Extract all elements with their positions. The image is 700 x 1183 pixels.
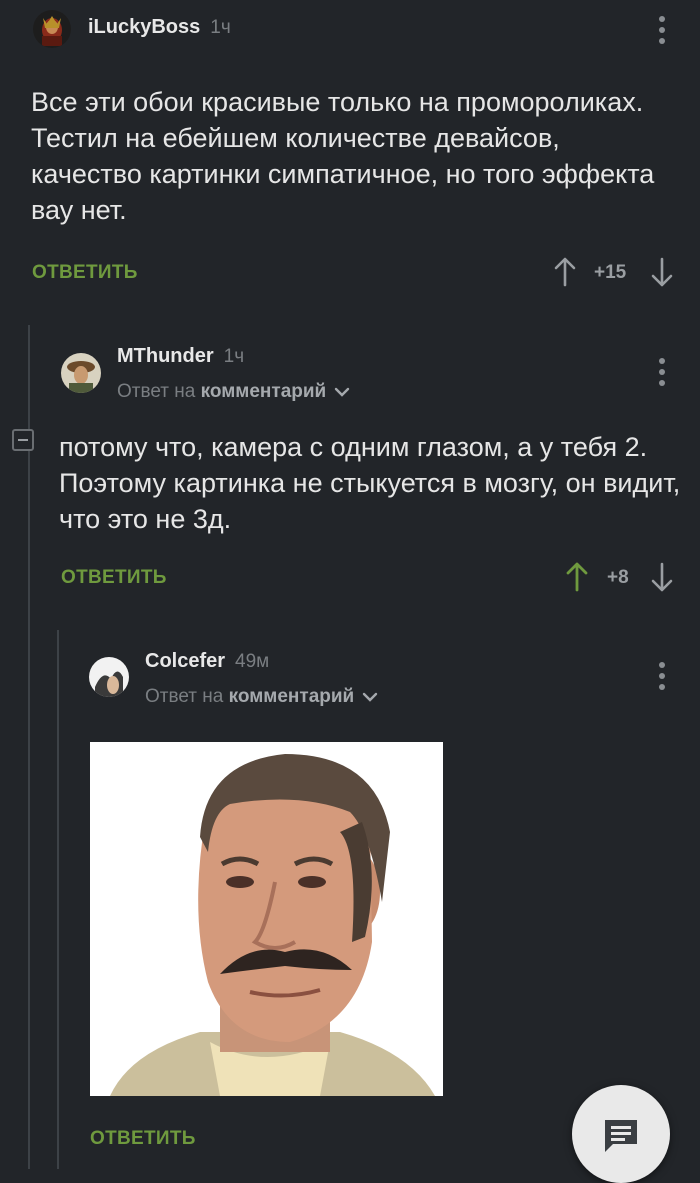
kebab-icon[interactable] — [659, 358, 665, 391]
reply-prefix: Ответ на — [145, 686, 224, 707]
avatar[interactable] — [89, 657, 129, 697]
reply-prefix: Ответ на — [117, 381, 196, 402]
collapse-icon[interactable] — [12, 429, 34, 451]
avatar[interactable] — [33, 10, 71, 48]
comment-text: потому что, камера с одним глазом, а у т… — [59, 432, 681, 534]
comment-header: Colcefer 49м — [145, 650, 269, 673]
avatar[interactable] — [61, 353, 101, 393]
reply-target[interactable]: комментарий — [201, 381, 327, 402]
chevron-down-icon[interactable] — [362, 691, 378, 703]
reply-to-link[interactable]: Ответ на комментарий — [117, 381, 350, 403]
chevron-down-icon[interactable] — [334, 386, 350, 398]
username[interactable]: Colcefer — [145, 650, 225, 672]
comment-header: iLuckyBoss 1ч — [88, 16, 231, 39]
reply-button[interactable]: ОТВЕТИТЬ — [32, 262, 138, 284]
reply-button[interactable]: ОТВЕТИТЬ — [90, 1128, 196, 1150]
comment-header: MThunder 1ч — [117, 345, 244, 368]
comment-time: 1ч — [210, 17, 231, 38]
username[interactable]: MThunder — [117, 345, 214, 367]
thread-line-level-2[interactable] — [57, 630, 59, 1169]
kebab-icon[interactable] — [659, 16, 665, 49]
arrow-up-icon[interactable] — [553, 257, 577, 292]
arrow-up-icon[interactable] — [565, 562, 589, 597]
username[interactable]: iLuckyBoss — [88, 16, 200, 38]
reply-to-link[interactable]: Ответ на комментарий — [145, 686, 378, 708]
reply-target[interactable]: комментарий — [229, 686, 355, 707]
comment-time: 49м — [235, 651, 270, 672]
thread-line-level-1[interactable] — [28, 325, 30, 1169]
comment-icon — [605, 1120, 637, 1152]
score: +8 — [607, 567, 629, 588]
meme-face-image[interactable] — [90, 742, 443, 1096]
comment-fab-button[interactable] — [572, 1085, 670, 1183]
comment-time: 1ч — [223, 346, 245, 367]
kebab-icon[interactable] — [659, 662, 665, 695]
arrow-down-icon[interactable] — [650, 257, 674, 292]
score: +15 — [594, 262, 627, 283]
reply-button[interactable]: ОТВЕТИТЬ — [61, 567, 167, 589]
arrow-down-icon[interactable] — [650, 562, 674, 597]
comment-text: Все эти обои красивые только на проморол… — [31, 87, 655, 225]
